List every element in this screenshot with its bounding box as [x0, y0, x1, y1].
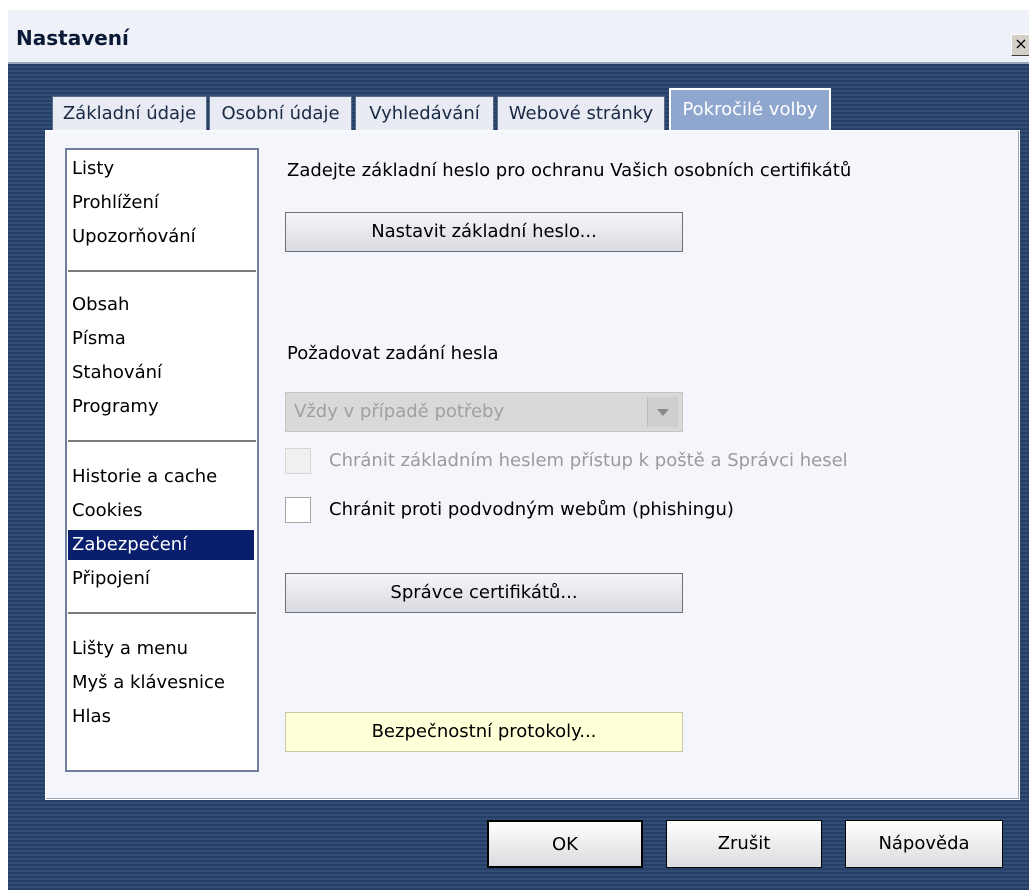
phishing-protection-checkbox[interactable] [285, 497, 311, 523]
protect-mail-checkbox-label: Chránit základním heslem přístup k poště… [329, 450, 848, 471]
close-icon[interactable]: × [1011, 34, 1029, 56]
phishing-protection-checkbox-label: Chránit proti podvodným webům (phishingu… [329, 499, 734, 520]
tab-pokrocile-volby[interactable]: Pokročilé volby [669, 88, 831, 132]
ok-button[interactable]: OK [487, 820, 643, 868]
sidebar-item-upozornovani[interactable]: Upozorňování [72, 222, 196, 252]
set-master-password-button[interactable]: Nastavit základní heslo... [285, 212, 683, 252]
list-separator [68, 270, 256, 272]
sidebar-item-pisma[interactable]: Písma [72, 324, 126, 354]
list-separator [68, 612, 256, 614]
window-title: Nastavení [16, 26, 129, 50]
chevron-down-icon[interactable] [647, 397, 678, 427]
ask-password-select-value: Vždy v případě potřeby [294, 401, 505, 422]
tab-vyhledavani[interactable]: Vyhledávání [355, 96, 494, 130]
sidebar-item-hlas[interactable]: Hlas [72, 702, 111, 732]
sidebar-item-stahovani[interactable]: Stahování [72, 358, 162, 388]
cancel-button[interactable]: Zrušit [666, 820, 822, 868]
title-bar[interactable]: Nastavení × [8, 10, 1029, 64]
help-button[interactable]: Nápověda [845, 820, 1003, 868]
sidebar-item-listy-a-menu[interactable]: Lišty a menu [72, 634, 188, 664]
sidebar-item-programy[interactable]: Programy [72, 392, 159, 422]
security-protocols-button[interactable]: Bezpečnostní protokoly... [285, 712, 683, 752]
tab-osobni-udaje[interactable]: Osobní údaje [209, 96, 352, 130]
sidebar-item-pripojeni[interactable]: Připojení [72, 564, 150, 594]
tab-webove-stranky[interactable]: Webové stránky [497, 96, 665, 130]
list-separator [68, 440, 256, 442]
protect-mail-checkbox[interactable] [285, 448, 311, 474]
sidebar-item-mys-a-klavesnice[interactable]: Myš a klávesnice [72, 668, 225, 698]
ask-password-select[interactable]: Vždy v případě potřeby [285, 392, 683, 432]
certificate-manager-button[interactable]: Správce certifikátů... [285, 573, 683, 613]
master-password-description: Zadejte základní heslo pro ochranu Vašic… [287, 160, 852, 181]
sidebar-item-cookies[interactable]: Cookies [72, 496, 142, 526]
sidebar-item-listy[interactable]: Listy [72, 154, 114, 184]
sidebar-item-prohlizeni[interactable]: Prohlížení [72, 188, 159, 218]
sidebar-item-obsah[interactable]: Obsah [72, 290, 129, 320]
sidebar-item-historie-a-cache[interactable]: Historie a cache [72, 462, 217, 492]
settings-category-list[interactable]: Listy Prohlížení Upozorňování Obsah Písm… [65, 148, 259, 772]
tab-zakladni-udaje[interactable]: Základní údaje [52, 96, 207, 130]
sidebar-item-zabezpeceni[interactable]: Zabezpečení [67, 529, 255, 561]
ask-password-label: Požadovat zadání hesla [287, 343, 499, 364]
